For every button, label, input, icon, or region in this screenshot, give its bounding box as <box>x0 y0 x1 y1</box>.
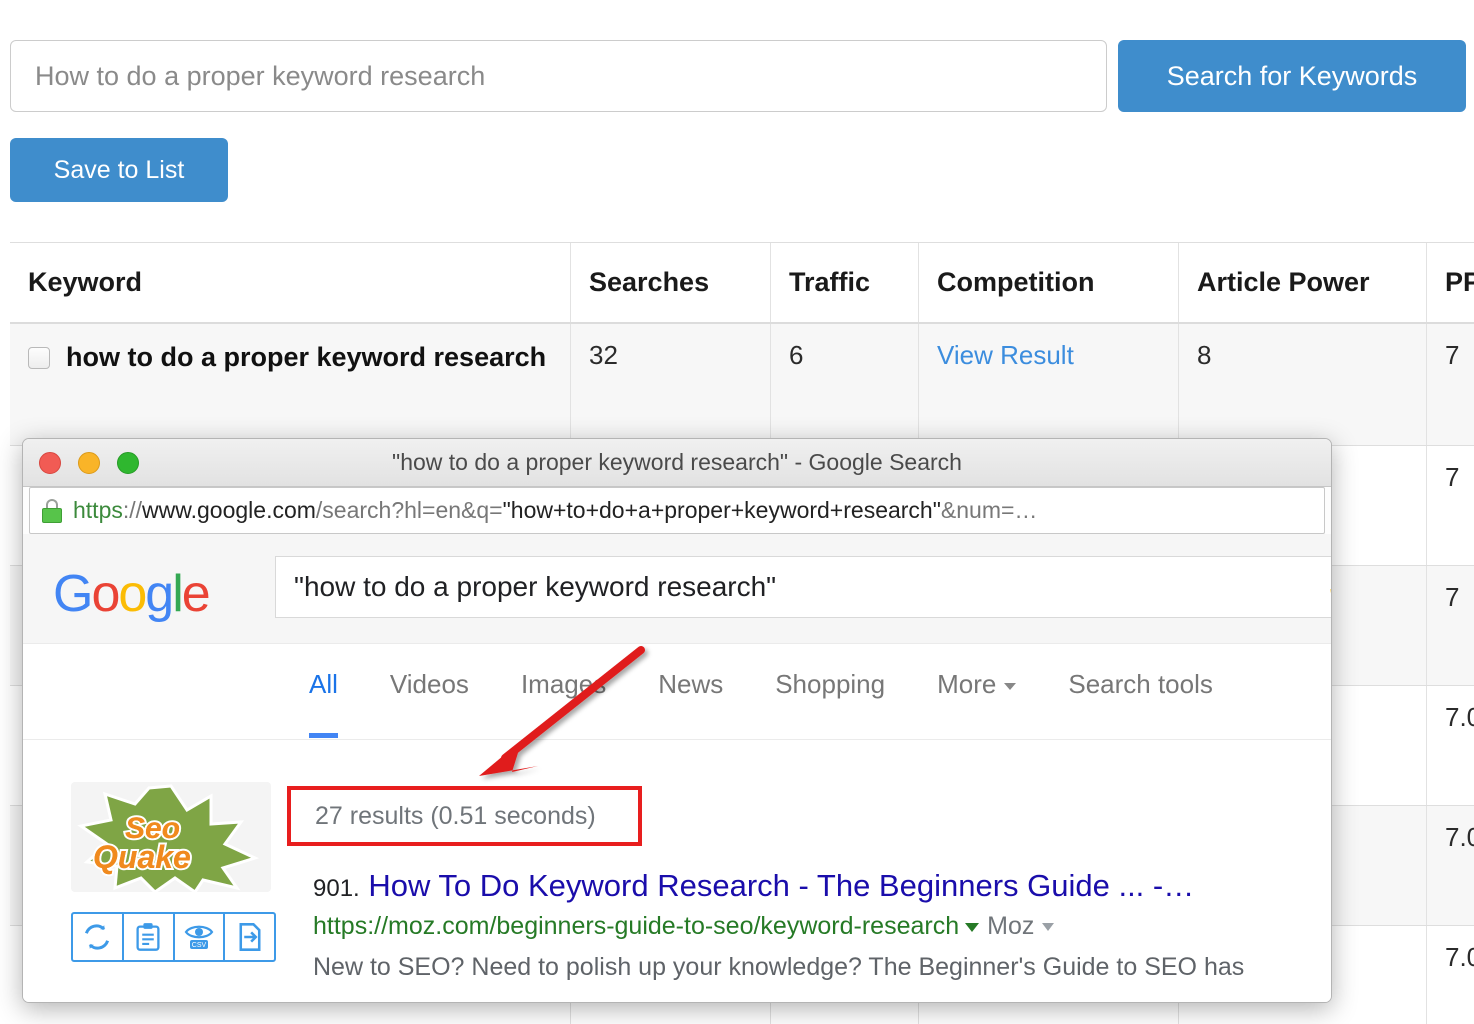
results-count-highlight: 27 results (0.51 seconds) <box>287 786 642 846</box>
chevron-down-icon[interactable] <box>1042 923 1054 931</box>
table-row[interactable]: how to do a proper keyword research 32 6… <box>10 324 1474 446</box>
tab-all[interactable]: All <box>291 658 364 710</box>
searches-cell: 32 <box>570 324 770 445</box>
chevron-down-icon[interactable] <box>965 923 979 932</box>
url-separator: :// <box>123 497 142 523</box>
close-window-icon[interactable] <box>39 452 61 474</box>
secure-lock-icon <box>42 499 62 523</box>
microphone-icon[interactable] <box>1329 571 1332 611</box>
column-header-searches[interactable]: Searches <box>570 243 770 322</box>
svg-text:Quake: Quake <box>93 839 191 875</box>
logo-letter-g1: G <box>53 565 91 623</box>
result-title[interactable]: 901. How To Do Keyword Research - The Be… <box>313 868 1332 904</box>
export-document-icon[interactable] <box>223 914 274 960</box>
svg-text:CSV: CSV <box>192 942 207 949</box>
google-search-popup-window[interactable]: "how to do a proper keyword research" - … <box>22 438 1332 1003</box>
result-rank: 901. <box>313 875 360 902</box>
address-bar[interactable]: https://www.google.com/search?hl=en&q="h… <box>29 487 1325 534</box>
tab-images[interactable]: Images <box>495 658 632 710</box>
window-traffic-lights <box>39 439 139 487</box>
google-header: Google "how to do a proper keyword resea… <box>23 534 1331 644</box>
google-results-body: Seo Seo Quake Quake <box>23 740 1331 1003</box>
chevron-down-icon <box>1004 683 1016 690</box>
eye-csv-icon[interactable]: CSV <box>173 914 224 960</box>
window-titlebar[interactable]: "how to do a proper keyword research" - … <box>23 439 1331 487</box>
google-nav-bar: All Videos Images News Shopping More Sea… <box>23 644 1331 740</box>
keyword-text: how to do a proper keyword research <box>66 340 546 375</box>
google-logo[interactable]: Google <box>53 564 209 624</box>
tab-more-label: More <box>937 669 996 699</box>
app-root: Search for Keywords Save to List Keyword… <box>0 0 1474 1024</box>
seoquake-toolbar: CSV <box>71 912 276 962</box>
ppc-cell: 7.0 <box>1426 806 1474 925</box>
tab-more[interactable]: More <box>911 658 1042 710</box>
row-select-checkbox[interactable] <box>28 347 50 369</box>
keyword-cell: how to do a proper keyword research <box>10 324 570 445</box>
search-for-keywords-button[interactable]: Search for Keywords <box>1118 40 1466 112</box>
table-header-row: Keyword Searches Traffic Competition Art… <box>10 242 1474 324</box>
ppc-cell: 7 <box>1426 446 1474 565</box>
traffic-cell: 6 <box>770 324 918 445</box>
column-header-competition[interactable]: Competition <box>918 243 1178 322</box>
keyword-tool-toolbar: Search for Keywords Save to List <box>0 0 1474 232</box>
tab-videos[interactable]: Videos <box>364 658 495 710</box>
logo-letter-g2: g <box>145 565 172 623</box>
seoquake-burst-icon: Seo Seo Quake Quake <box>71 782 271 892</box>
ppc-cell: 7 <box>1426 324 1474 445</box>
url-scheme: https <box>73 497 123 523</box>
column-header-keyword[interactable]: Keyword <box>10 243 570 322</box>
url-tail: &num=… <box>941 497 1038 523</box>
result-title-text: How To Do Keyword Research - The Beginne… <box>368 868 1194 903</box>
google-search-query-text: "how to do a proper keyword research" <box>294 571 776 603</box>
url-host: www.google.com <box>142 497 316 523</box>
result-brand: Moz <box>987 912 1034 940</box>
clipboard-icon[interactable] <box>122 914 173 960</box>
url-path: /search?hl=en&q= <box>316 497 503 523</box>
tab-news[interactable]: News <box>632 658 749 710</box>
ppc-cell: 7 <box>1426 566 1474 685</box>
logo-letter-o1: o <box>91 565 118 623</box>
save-to-list-button[interactable]: Save to List <box>10 138 228 202</box>
ppc-cell: 7.0 <box>1426 686 1474 805</box>
ppc-cell: 7.0 <box>1426 926 1474 1024</box>
column-header-ppc[interactable]: PPC <box>1426 243 1474 322</box>
minimize-window-icon[interactable] <box>78 452 100 474</box>
tab-shopping[interactable]: Shopping <box>749 658 911 710</box>
logo-letter-l: l <box>172 565 182 623</box>
result-snippet: New to SEO? Need to polish up your knowl… <box>313 951 1332 985</box>
view-result-link[interactable]: View Result <box>937 340 1074 370</box>
google-search-input[interactable]: "how to do a proper keyword research" <box>275 556 1332 618</box>
url-text: https://www.google.com/search?hl=en&q="h… <box>73 497 1037 524</box>
url-query: "how+to+do+a+proper+keyword+research" <box>503 497 941 523</box>
column-header-article-power[interactable]: Article Power <box>1178 243 1426 322</box>
seoquake-logo: Seo Seo Quake Quake <box>71 782 271 892</box>
results-count-text: 27 results (0.51 seconds) <box>291 802 596 831</box>
logo-letter-e: e <box>182 565 209 623</box>
google-tabs: All Videos Images News Shopping More Sea… <box>291 658 1239 710</box>
zoom-window-icon[interactable] <box>117 452 139 474</box>
window-title: "how to do a proper keyword research" - … <box>23 449 1331 476</box>
keyword-search-input[interactable] <box>10 40 1107 112</box>
competition-cell: View Result <box>918 324 1178 445</box>
search-result-item: 901. How To Do Keyword Research - The Be… <box>313 868 1332 985</box>
result-url: https://moz.com/beginners-guide-to-seo/k… <box>313 912 1332 941</box>
result-url-text: https://moz.com/beginners-guide-to-seo/k… <box>313 912 959 940</box>
logo-letter-o2: o <box>118 565 145 623</box>
column-header-traffic[interactable]: Traffic <box>770 243 918 322</box>
tab-search-tools[interactable]: Search tools <box>1042 658 1239 710</box>
refresh-icon[interactable] <box>73 914 122 960</box>
article-power-cell: 8 <box>1178 324 1426 445</box>
